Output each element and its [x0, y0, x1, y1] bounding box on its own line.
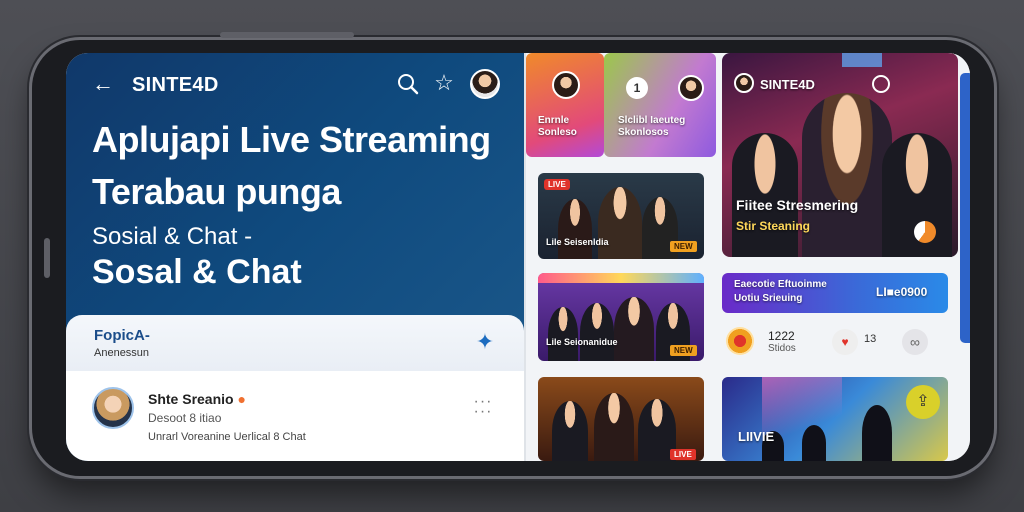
person-figure [594, 393, 634, 461]
hero-subtitle: Sosial & Chat - [92, 223, 253, 250]
heart-icon: ● [237, 391, 246, 407]
side-button [44, 238, 50, 278]
card-caption: Lile Seionanidue [546, 337, 618, 347]
tile-top-left[interactable]: Enrnle Sonleso [526, 53, 604, 157]
notification-icon[interactable]: 1 [626, 77, 648, 99]
person-figure [548, 307, 578, 361]
view-count: 1222 [768, 329, 795, 343]
avatar[interactable] [470, 69, 500, 99]
hero-heading: Aplujapi Live Streaming [92, 119, 491, 160]
tag-badge: NEW [670, 241, 697, 252]
tile-label: Slclibl Iaeuteg [618, 115, 686, 126]
avatar [734, 73, 754, 93]
post-description: Unrarl Voreanine Uerlical 8 Chat [148, 431, 306, 443]
search-icon[interactable] [396, 72, 420, 96]
tile-featured-stream[interactable]: SINTE4D Fiitee Stresmering Stir Steaning [722, 53, 958, 257]
sparkle-icon[interactable]: ✦ [472, 329, 498, 355]
stats-row: 1222 Stidos ♥ 13 ∞ [718, 317, 954, 357]
more-icon[interactable]: ··· ··· [470, 394, 496, 423]
like-count: 13 [864, 333, 877, 345]
top-bar: ← SINTE4D ☆ [66, 67, 524, 101]
app-title: SINTE4D [132, 74, 219, 96]
person-figure [862, 405, 892, 461]
hero-panel: ← SINTE4D ☆ Aplujapi Live Streaming Tera… [66, 53, 524, 461]
concert-card[interactable]: LIIVIE ⇪ [722, 377, 948, 461]
scrollbar[interactable] [960, 73, 970, 343]
stage-light [842, 53, 882, 67]
person-figure [552, 401, 588, 461]
banner-label: Uotiu Srieuing [734, 293, 803, 304]
tile-label: Sonleso [538, 127, 577, 138]
tile-label: Skonlosos [618, 127, 669, 138]
tile-subheading: Stir Steaning [736, 219, 811, 233]
app-icon[interactable] [726, 327, 754, 355]
post-meta: Desoot 8 itiao [148, 411, 222, 425]
upload-icon[interactable]: ⇪ [906, 385, 940, 419]
person-figure [802, 93, 892, 257]
arrow-left-icon[interactable]: ← [92, 73, 114, 95]
post-author: Shte Sreanio ● [148, 391, 246, 407]
avatar [678, 75, 704, 101]
live-card[interactable]: Lile Seionanidue NEW [538, 273, 704, 361]
person-figure [732, 133, 798, 257]
tag-badge: LIVE [670, 449, 696, 460]
tile-heading: Fiitee Stresmering [736, 197, 859, 213]
stage-light [538, 273, 704, 283]
avatar [552, 71, 580, 99]
heart-icon[interactable]: ♥ [832, 329, 858, 355]
post-card[interactable]: Shte Sreanio ● Desoot 8 itiao Unrarl Vor… [66, 371, 524, 461]
person-figure [614, 297, 654, 361]
app-screen: ← SINTE4D ☆ Aplujapi Live Streaming Tera… [66, 53, 970, 461]
live-card[interactable]: LIVE [538, 377, 704, 461]
person-figure [598, 187, 642, 259]
live-card[interactable]: LIVE Lile Seisenldia NEW [538, 173, 704, 259]
promo-subtitle: Anenessun [94, 347, 150, 359]
banner-counter: LI■e0900 [876, 285, 928, 299]
tile-title: SINTE4D [760, 77, 815, 92]
card-caption: Lile Seisenldia [546, 237, 609, 247]
banner-label: Eaecotie Eftuoinme [734, 279, 827, 290]
tile-top-mid[interactable]: 1 Slclibl Iaeuteg Skonlosos [604, 53, 716, 157]
avatar[interactable] [92, 387, 134, 429]
tag-badge: NEW [670, 345, 697, 356]
user-icon[interactable] [872, 75, 890, 93]
promo-title: FopicA- [94, 327, 150, 344]
person-figure [558, 199, 592, 259]
tile-label: Enrnle [538, 115, 570, 126]
hero-heading-line3: Sosal & Chat [92, 253, 302, 291]
promo-banner[interactable]: Eaecotie Eftuoinme Uotiu Srieuing LI■e09… [722, 273, 948, 313]
hero-heading-line2: Terabau punga [92, 171, 341, 212]
share-icon[interactable]: ∞ [902, 329, 928, 355]
live-badge: LIVE [544, 179, 570, 190]
star-icon[interactable]: ☆ [432, 71, 456, 95]
content-grid: Enrnle Sonleso 1 Slclibl Iaeuteg Skonlos… [526, 53, 970, 461]
card-caption: LIIVIE [738, 429, 775, 444]
person-figure [802, 425, 826, 461]
person-figure [580, 303, 614, 361]
side-button [220, 32, 354, 38]
promo-card[interactable]: FopicA- Anenessun ✦ [66, 315, 524, 371]
view-count-label: Stidos [768, 343, 796, 354]
pie-icon [914, 221, 936, 243]
